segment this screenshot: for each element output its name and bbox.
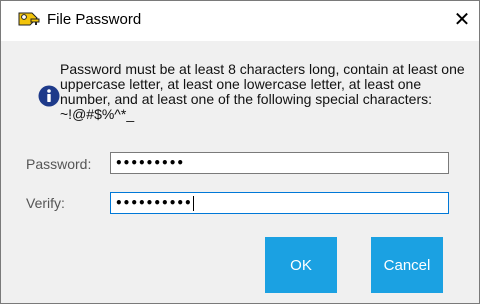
password-label: Password: [26,156,92,172]
close-icon: ✕ [453,9,471,31]
close-button[interactable]: ✕ [451,9,473,31]
title-bar: File Password ✕ [1,1,479,41]
file-password-dialog: File Password ✕ Password must be at leas… [0,0,480,304]
ok-button[interactable]: OK [265,237,337,293]
password-masked-value: ••••••••• [115,156,185,170]
key-icon [18,11,40,31]
text-cursor [192,196,194,211]
verify-label: Verify: [26,195,65,211]
window-title: File Password [47,11,142,28]
verify-input[interactable]: •••••••••• [110,192,449,214]
password-input[interactable]: ••••••••• [110,152,449,174]
info-icon [38,85,60,107]
verify-masked-value: •••••••••• [115,196,192,210]
cancel-button[interactable]: Cancel [371,237,443,293]
password-requirements-text: Password must be at least 8 characters l… [60,61,465,122]
